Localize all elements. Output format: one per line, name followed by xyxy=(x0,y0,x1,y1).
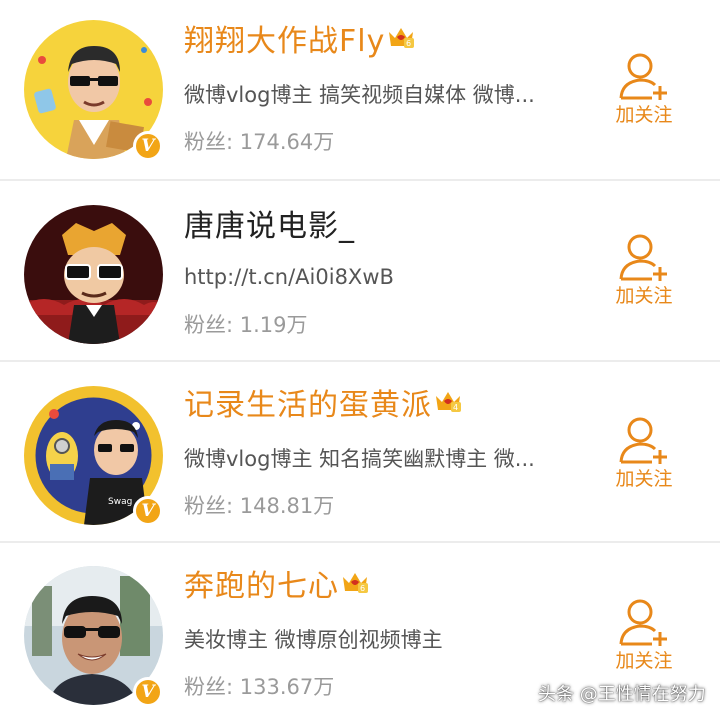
fans-count: 粉丝: 148.81万 xyxy=(184,494,335,518)
user-row[interactable]: V 翔翔大作战Fly 6 微博vlog博主 搞笑视频自媒体 微博... 粉丝: 1… xyxy=(0,0,720,181)
fans-count: 粉丝: 133.67万 xyxy=(184,675,335,699)
svg-text:4: 4 xyxy=(453,403,459,412)
follow-button[interactable]: 加关注 xyxy=(606,598,682,678)
follow-button[interactable]: 加关注 xyxy=(606,52,682,132)
svg-text:Swag: Swag xyxy=(108,497,132,507)
follow-label: 加关注 xyxy=(615,104,673,126)
svg-text:6: 6 xyxy=(360,584,366,593)
user-list: V 翔翔大作战Fly 6 微博vlog博主 搞笑视频自媒体 微博... 粉丝: 1… xyxy=(0,0,720,717)
user-row[interactable]: Swag V 记录生活的蛋黄派 4 微博vlog博主 知名搞笑幽默博主 微... … xyxy=(0,362,720,543)
follow-button[interactable]: 加关注 xyxy=(606,233,682,313)
user-description: 微博vlog博主 搞笑视频自媒体 微博... xyxy=(184,83,535,107)
user-description: http://t.cn/Ai0i8XwB xyxy=(184,265,394,289)
add-person-icon xyxy=(619,53,667,100)
fans-count: 粉丝: 174.64万 xyxy=(184,130,335,154)
vip-crown-icon: 6 xyxy=(341,566,369,606)
verified-badge-icon: V xyxy=(133,677,163,707)
user-name-text: 翔翔大作战Fly xyxy=(184,24,386,59)
avatar[interactable] xyxy=(24,205,163,344)
vip-crown-icon: 6 xyxy=(387,21,415,61)
user-row[interactable]: 唐唐说电影_ http://t.cn/Ai0i8XwB 粉丝: 1.19万 加关… xyxy=(0,181,720,362)
watermark: 头条 @王性情在努力 xyxy=(538,684,706,705)
user-name[interactable]: 唐唐说电影_ xyxy=(184,207,355,247)
svg-text:6: 6 xyxy=(406,39,412,48)
add-person-icon xyxy=(619,417,667,464)
fans-count: 粉丝: 1.19万 xyxy=(184,313,308,337)
user-name[interactable]: 翔翔大作战Fly 6 xyxy=(184,22,415,63)
follow-button[interactable]: 加关注 xyxy=(606,416,682,496)
follow-label: 加关注 xyxy=(615,285,673,307)
add-person-icon xyxy=(619,599,667,646)
user-name-text: 记录生活的蛋黄派 xyxy=(184,388,432,423)
user-name[interactable]: 记录生活的蛋黄派 4 xyxy=(184,386,462,427)
user-name[interactable]: 奔跑的七心 6 xyxy=(184,567,369,608)
vip-crown-icon: 4 xyxy=(434,385,462,425)
follow-label: 加关注 xyxy=(615,650,673,672)
verified-badge-icon: V xyxy=(133,496,163,526)
avatar-image-cinema-cartoon xyxy=(24,205,163,344)
user-name-text: 唐唐说电影_ xyxy=(184,209,355,244)
user-name-text: 奔跑的七心 xyxy=(184,569,339,604)
user-description: 美妆博主 微博原创视频博主 xyxy=(184,628,443,652)
verified-badge-icon: V xyxy=(133,131,163,161)
follow-label: 加关注 xyxy=(615,468,673,490)
add-person-icon xyxy=(619,234,667,281)
user-description: 微博vlog博主 知名搞笑幽默博主 微... xyxy=(184,447,535,471)
